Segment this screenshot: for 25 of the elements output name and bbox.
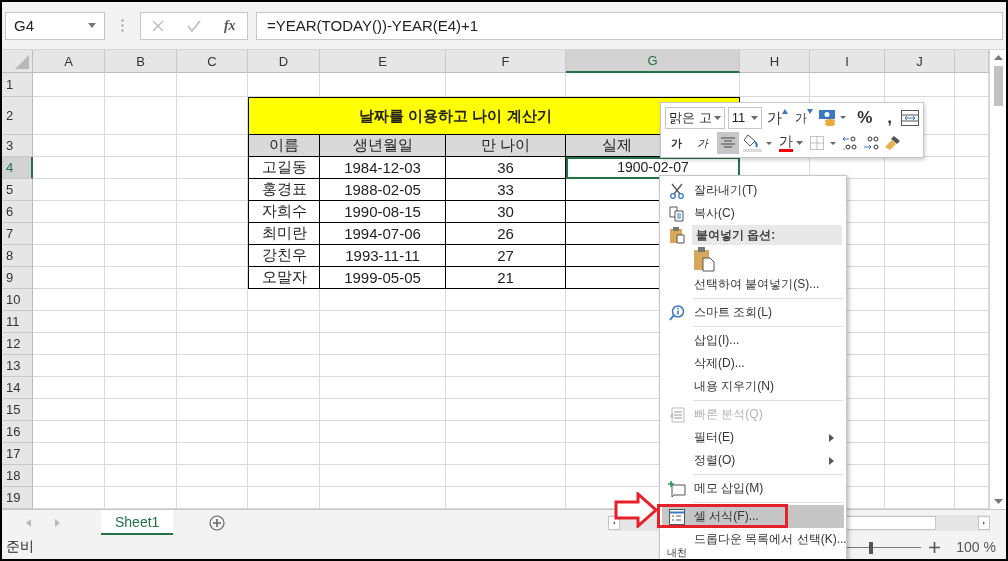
table-cell: 36 (446, 157, 566, 179)
table-cell: 27 (446, 245, 566, 267)
status-text: 준비 (6, 538, 34, 556)
table-cell: 자희수 (248, 201, 320, 223)
table-cell: 1993-11-11 (320, 245, 446, 267)
table-cell: 30 (446, 201, 566, 223)
column-heading: 생년월일 (320, 135, 446, 157)
cell-reference: G4 (14, 17, 34, 34)
table-cell: 강친우 (248, 245, 320, 267)
table-cell: 고길동 (248, 157, 320, 179)
menu-section-header: 붙여넣기 옵션: (692, 225, 842, 245)
table-cell: 1990-08-15 (320, 201, 446, 223)
column-heading: 이름 (248, 135, 320, 157)
table-cell: 26 (446, 223, 566, 245)
table-cell: 1988-02-05 (320, 179, 446, 201)
table-cell: 33 (446, 179, 566, 201)
table-cell: 1994-07-06 (320, 223, 446, 245)
table-cell: 1999-05-05 (320, 267, 446, 289)
table-cell: 최미란 (248, 223, 320, 245)
table-cell: 오말자 (248, 267, 320, 289)
phonetic-icon: 내천 (667, 548, 687, 558)
table-cell: 홍경표 (248, 179, 320, 201)
table-cell: 21 (446, 267, 566, 289)
column-heading: 만 나이 (446, 135, 566, 157)
table-cell: 1984-12-03 (320, 157, 446, 179)
